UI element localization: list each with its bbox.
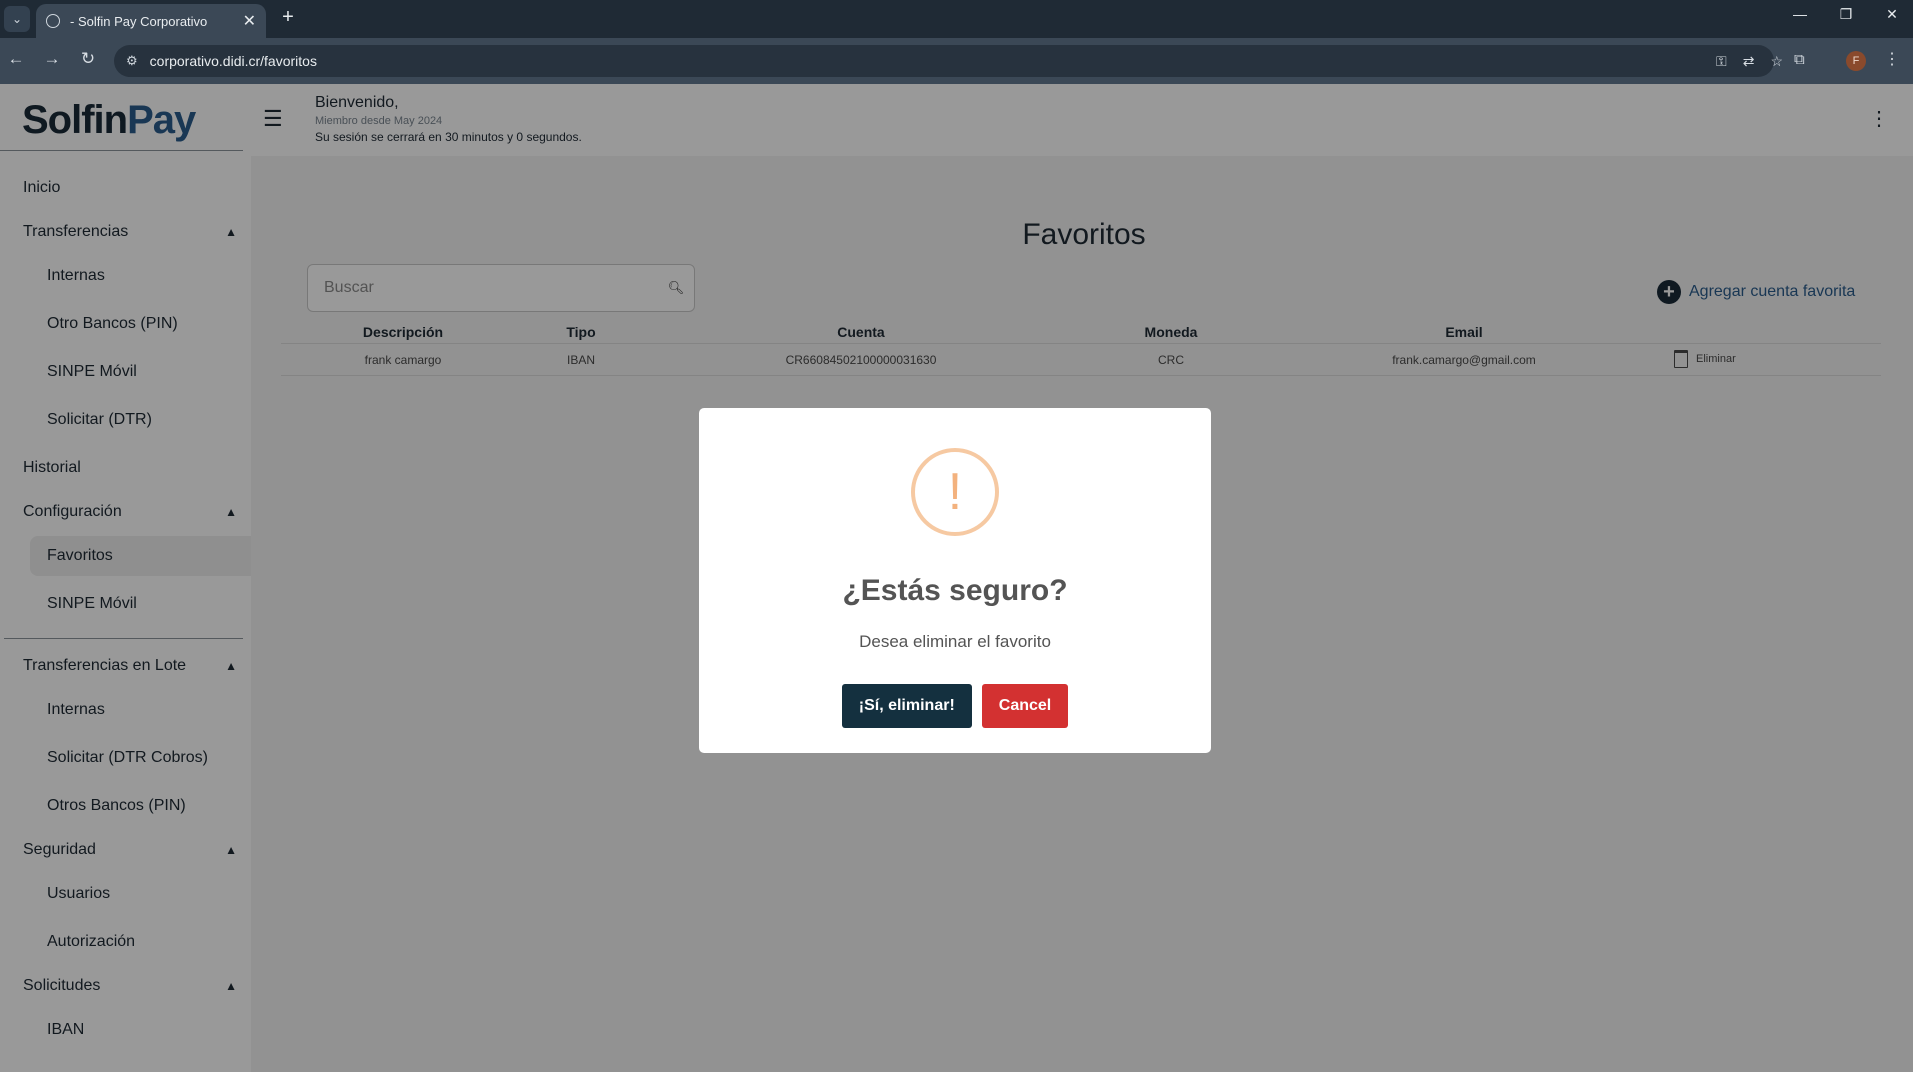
browser-tabbar: ⌄ - Solfin Pay Corporativo ✕ + — ❐ ✕ — [0, 0, 1913, 38]
new-tab-plus-icon[interactable]: + — [276, 6, 300, 29]
tab-list-chevron-icon[interactable]: ⌄ — [4, 6, 30, 32]
minimize-icon[interactable]: — — [1780, 6, 1820, 22]
reload-icon[interactable]: ↻ — [76, 49, 100, 69]
forward-arrow-icon[interactable]: → — [40, 49, 64, 69]
browser-tab[interactable]: - Solfin Pay Corporativo ✕ — [36, 4, 266, 38]
back-arrow-icon[interactable]: ← — [4, 49, 28, 69]
window-close-icon[interactable]: ✕ — [1872, 6, 1912, 23]
close-tab-icon[interactable]: ✕ — [243, 11, 256, 31]
browser-tab-title: - Solfin Pay Corporativo — [70, 13, 208, 29]
site-settings-icon[interactable]: ⚙ — [126, 53, 138, 69]
globe-icon — [46, 14, 60, 28]
profile-avatar[interactable]: F — [1846, 51, 1866, 71]
restore-icon[interactable]: ❐ — [1826, 6, 1866, 23]
dialog-actions: ¡Sí, eliminar! Cancel — [699, 684, 1211, 728]
password-key-icon[interactable]: ⚿ — [1716, 53, 1727, 70]
browser-toolbar: ← → ↻ ⚙ corporativo.didi.cr/favoritos ⚿ … — [0, 38, 1913, 84]
address-bar[interactable]: ⚙ corporativo.didi.cr/favoritos — [114, 45, 1774, 77]
cancel-button[interactable]: Cancel — [981, 684, 1069, 728]
confirm-delete-dialog: ! ¿Estás seguro? Desea eliminar el favor… — [699, 408, 1211, 753]
confirm-delete-button[interactable]: ¡Sí, eliminar! — [841, 684, 972, 728]
warning-exclamation-icon: ! — [911, 448, 999, 536]
omnibox-actions: ⚿ ⇄ ☆ — [1716, 53, 1783, 70]
dialog-title: ¿Estás seguro? — [842, 574, 1068, 607]
extensions-puzzle-icon[interactable]: ⧉ — [1794, 51, 1805, 68]
url-text: corporativo.didi.cr/favoritos — [149, 53, 317, 69]
dialog-message: Desea eliminar el favorito — [859, 632, 1051, 651]
browser-menu-icon[interactable]: ⋮ — [1884, 49, 1900, 69]
bookmark-star-icon[interactable]: ☆ — [1770, 53, 1783, 70]
translate-icon[interactable]: ⇄ — [1743, 53, 1755, 70]
